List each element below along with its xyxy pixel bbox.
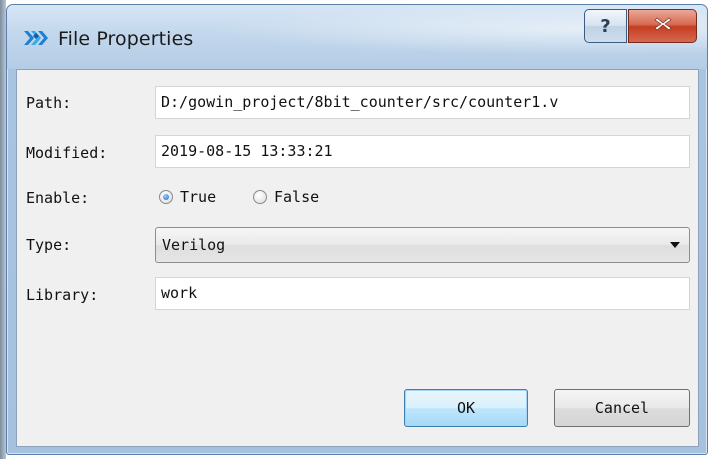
enable-label: Enable: <box>26 189 90 207</box>
enable-false-label: False <box>274 188 320 206</box>
cancel-button[interactable]: Cancel <box>554 389 690 427</box>
modified-field[interactable]: 2019-08-15 13:33:21 <box>155 135 690 168</box>
path-label: Path: <box>26 94 72 112</box>
enable-true-label: True <box>180 188 217 206</box>
close-button[interactable] <box>628 9 697 43</box>
close-icon <box>654 17 672 36</box>
type-select[interactable]: Verilog <box>155 227 690 263</box>
help-icon: ? <box>600 15 611 37</box>
enable-true-radio[interactable] <box>159 190 173 204</box>
modified-label: Modified: <box>26 144 108 162</box>
enable-true-option[interactable]: True <box>159 188 216 206</box>
type-select-value: Verilog <box>162 236 226 254</box>
library-label: Library: <box>26 286 99 304</box>
ok-button[interactable]: OK <box>404 389 528 427</box>
enable-false-radio[interactable] <box>253 190 267 204</box>
window-title: File Properties <box>58 28 194 50</box>
gowin-logo-icon <box>23 27 49 49</box>
help-button[interactable]: ? <box>584 9 627 43</box>
chevron-down-icon <box>670 242 680 248</box>
enable-false-option[interactable]: False <box>253 188 319 206</box>
type-label: Type: <box>26 236 72 254</box>
library-field[interactable]: work <box>155 277 690 310</box>
title-bar[interactable]: File Properties ? <box>7 5 707 69</box>
path-field[interactable]: D:/gowin_project/8bit_counter/src/counte… <box>155 86 690 119</box>
